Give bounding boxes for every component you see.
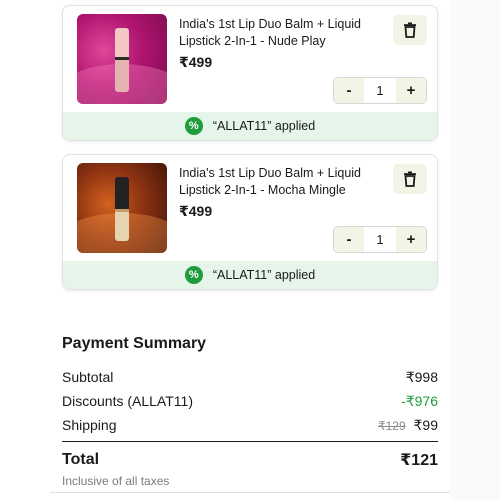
taxes-note: Inclusive of all taxes [62,474,170,488]
increase-quantity-button[interactable]: + [396,78,426,103]
product-title[interactable]: India's 1st Lip Duo Balm + Liquid Lipsti… [179,16,379,50]
product-price: ₹499 [179,54,213,70]
discount-value: -₹976 [401,392,438,409]
shipping-row: Shipping ₹129 ₹99 [62,413,438,437]
total-row: Total ₹121 [62,448,438,472]
cart-item-card: India's 1st Lip Duo Balm + Liquid Lipsti… [62,154,438,290]
increase-quantity-button[interactable]: + [396,227,426,252]
cart-panel: India's 1st Lip Duo Balm + Liquid Lipsti… [50,0,450,500]
decrease-quantity-button[interactable]: - [334,227,364,252]
shipping-values: ₹129 ₹99 [378,417,438,434]
coupon-applied-text: “ALLAT11” applied [212,119,316,133]
coupon-applied-banner: % “ALLAT11” applied [63,261,437,289]
subtotal-value: ₹998 [405,368,438,385]
payment-summary: Payment Summary Subtotal ₹998 Discounts … [62,335,438,488]
discount-row: Discounts (ALLAT11) -₹976 [62,389,438,413]
percent-badge-icon: % [184,117,203,135]
quantity-value: 1 [376,232,384,247]
percent-badge-icon: % [184,266,203,284]
coupon-applied-banner: % “ALLAT11” applied [63,112,437,140]
subtotal-label: Subtotal [62,369,114,385]
summary-divider [62,441,438,442]
decrease-quantity-button[interactable]: - [334,78,364,103]
subtotal-row: Subtotal ₹998 [62,365,438,389]
trash-icon [404,171,416,187]
total-label: Total [62,451,100,468]
cart-item-card: India's 1st Lip Duo Balm + Liquid Lipsti… [62,5,438,141]
trash-icon [404,22,416,38]
shipping-label: Shipping [62,417,117,433]
lipstick-tube [115,28,129,92]
shipping-price: ₹99 [413,416,438,433]
discount-label: Discounts (ALLAT11) [62,393,193,409]
page-edge-shade [450,0,500,500]
coupon-applied-text: “ALLAT11” applied [212,268,316,282]
product-image[interactable] [77,163,167,253]
total-value: ₹121 [400,452,438,469]
product-title[interactable]: India's 1st Lip Duo Balm + Liquid Lipsti… [179,165,379,199]
delete-item-button[interactable] [393,164,427,194]
shipping-original-price: ₹129 [377,418,406,433]
bottom-divider [50,492,450,493]
quantity-value: 1 [376,83,384,98]
payment-summary-title: Payment Summary [62,335,207,352]
delete-item-button[interactable] [393,15,427,45]
quantity-stepper: - 1 + [333,77,427,104]
quantity-stepper: - 1 + [333,226,427,253]
product-price: ₹499 [179,203,213,219]
product-image[interactable] [77,14,167,104]
lipstick-tube [115,177,129,241]
